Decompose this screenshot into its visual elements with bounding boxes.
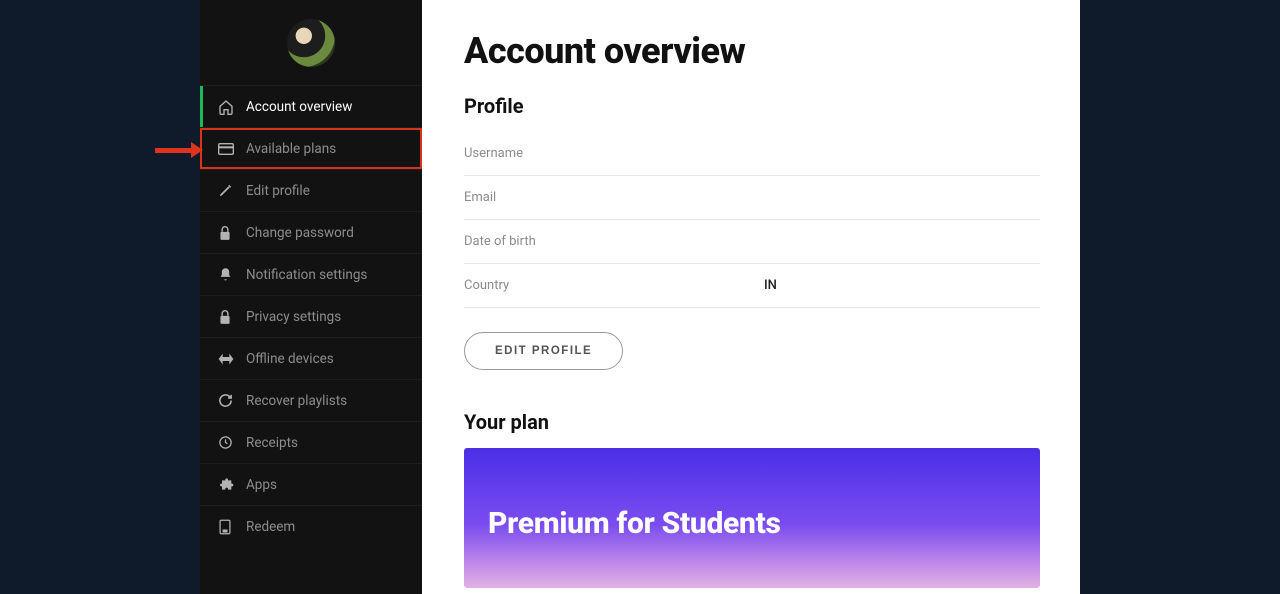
sidebar-item-change-password[interactable]: Change password [200, 211, 422, 253]
field-label: Country [464, 278, 764, 293]
sidebar-item-label: Apps [246, 477, 277, 493]
sidebar-nav: Account overview Available plans Edit pr… [200, 85, 422, 547]
sidebar: Account overview Available plans Edit pr… [200, 0, 422, 594]
profile-row-email: Email [464, 176, 1040, 220]
profile-row-country: Country IN [464, 264, 1040, 308]
sidebar-item-account-overview[interactable]: Account overview [200, 85, 422, 127]
sidebar-item-label: Change password [246, 225, 354, 241]
plan-card-title: Premium for Students [488, 506, 1016, 541]
plan-section: Your plan Premium for Students [464, 410, 1040, 588]
sidebar-item-label: Account overview [246, 99, 352, 115]
field-label: Email [464, 190, 764, 205]
sidebar-item-label: Privacy settings [246, 309, 341, 325]
lock-icon [218, 225, 246, 241]
plan-card: Premium for Students [464, 448, 1040, 588]
lock-icon [218, 309, 246, 325]
page-title: Account overview [464, 30, 1040, 72]
user-avatar[interactable] [287, 19, 335, 67]
sidebar-item-recover-playlists[interactable]: Recover playlists [200, 379, 422, 421]
arrow-line [155, 148, 191, 153]
avatar-wrap [200, 0, 422, 85]
home-icon [218, 99, 246, 115]
field-label: Date of birth [464, 234, 764, 249]
field-value: IN [764, 278, 777, 293]
profile-section: Profile Username Email Date of birth [464, 94, 1040, 370]
sidebar-item-label: Offline devices [246, 351, 334, 367]
sidebar-item-label: Redeem [246, 519, 295, 535]
app-window: Account overview Available plans Edit pr… [200, 0, 1080, 594]
sidebar-item-label: Edit profile [246, 183, 310, 199]
clock-icon [218, 435, 246, 450]
sidebar-item-label: Notification settings [246, 267, 367, 283]
card-icon [218, 143, 246, 155]
sidebar-item-privacy-settings[interactable]: Privacy settings [200, 295, 422, 337]
sidebar-item-edit-profile[interactable]: Edit profile [200, 169, 422, 211]
annotation-arrow [155, 142, 203, 158]
plan-heading: Your plan [464, 410, 1040, 434]
sidebar-item-label: Receipts [246, 435, 298, 451]
profile-row-username: Username [464, 132, 1040, 176]
sidebar-item-redeem[interactable]: Redeem [200, 505, 422, 547]
refresh-icon [218, 393, 246, 408]
pencil-icon [218, 183, 246, 198]
field-label: Username [464, 146, 764, 161]
sidebar-item-label: Recover playlists [246, 393, 347, 409]
sidebar-item-offline-devices[interactable]: Offline devices [200, 337, 422, 379]
puzzle-icon [218, 477, 246, 493]
sidebar-item-receipts[interactable]: Receipts [200, 421, 422, 463]
edit-profile-button[interactable]: EDIT PROFILE [464, 332, 623, 370]
offline-icon [218, 352, 246, 366]
sidebar-item-available-plans[interactable]: Available plans [200, 127, 422, 169]
profile-row-dob: Date of birth [464, 220, 1040, 264]
profile-rows: Username Email Date of birth Country IN [464, 132, 1040, 308]
sidebar-item-apps[interactable]: Apps [200, 463, 422, 505]
bell-icon [218, 267, 246, 283]
sidebar-item-label: Available plans [246, 141, 336, 157]
sidebar-item-notification-settings[interactable]: Notification settings [200, 253, 422, 295]
redeem-icon [218, 519, 246, 535]
main-content: Account overview Profile Username Email … [422, 0, 1080, 594]
profile-heading: Profile [464, 94, 1040, 118]
